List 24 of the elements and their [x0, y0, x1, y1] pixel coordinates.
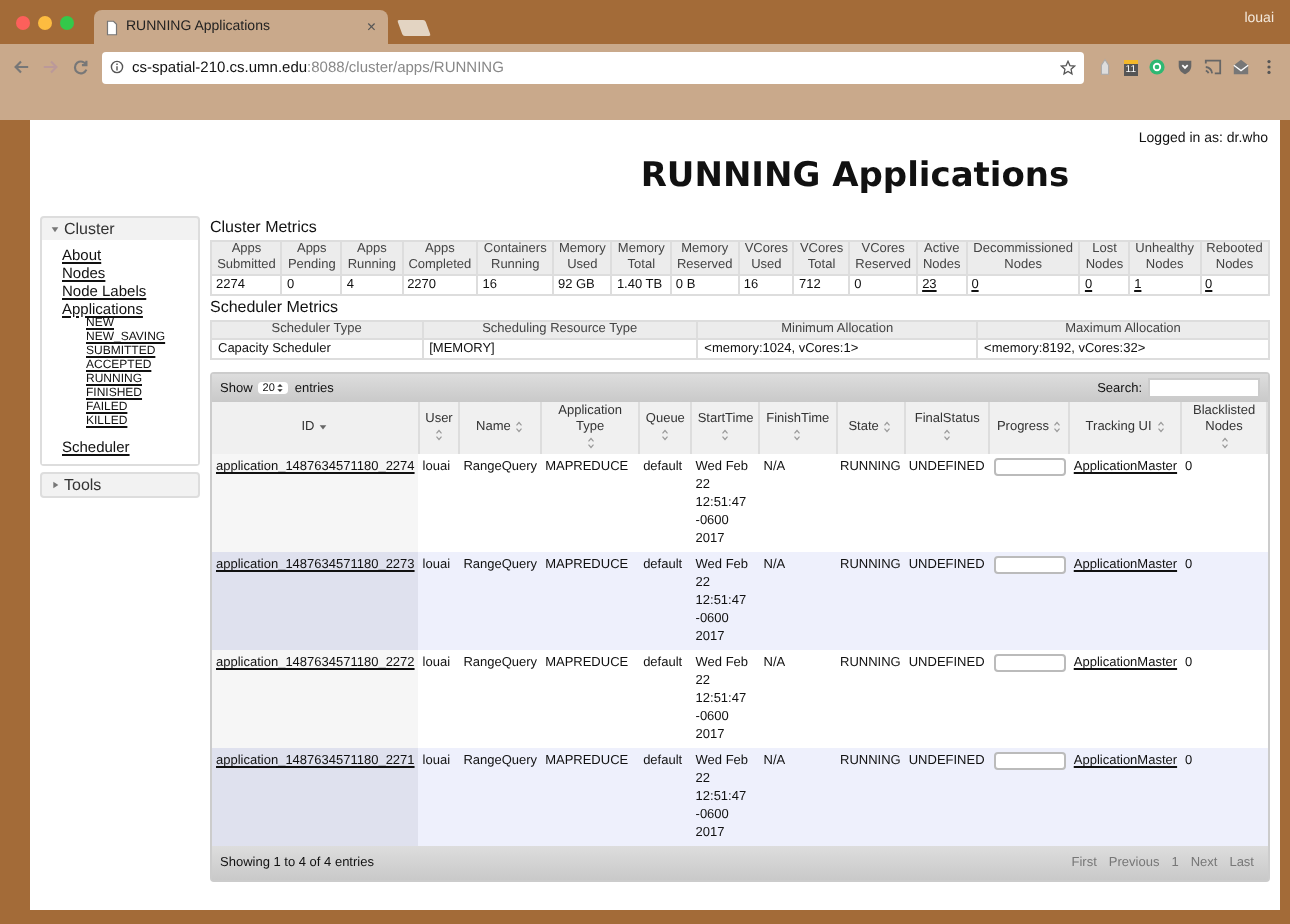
stepper-icon [276, 381, 285, 394]
extension-icon[interactable] [1095, 58, 1114, 76]
caret-icon [50, 224, 60, 235]
document-icon [106, 19, 118, 35]
caret-icon [50, 480, 60, 491]
section-title: Cluster Metrics [210, 218, 319, 236]
sidebar-section-header[interactable]: Tools [42, 474, 198, 496]
section-title: Scheduler Metrics [210, 298, 341, 316]
search-field[interactable] [1148, 378, 1260, 398]
minimize-window-icon[interactable] [38, 15, 52, 29]
close-window-icon[interactable] [16, 15, 30, 29]
info-icon [110, 60, 124, 74]
back-icon[interactable] [12, 58, 30, 76]
sidebar-section-header[interactable]: Cluster [42, 218, 198, 240]
reload-icon[interactable] [72, 58, 90, 76]
envelope-icon[interactable] [1232, 58, 1250, 76]
close-tab-button[interactable]: × [366, 18, 376, 36]
page-title: RUNNING Applications [638, 156, 1072, 196]
cast-icon[interactable] [1204, 58, 1222, 76]
circle-icon[interactable] [1148, 58, 1166, 76]
new-tab-button[interactable] [397, 20, 431, 36]
shield-icon[interactable] [1176, 58, 1194, 76]
maximize-window-icon[interactable] [60, 15, 74, 29]
star-icon[interactable] [1059, 59, 1076, 75]
